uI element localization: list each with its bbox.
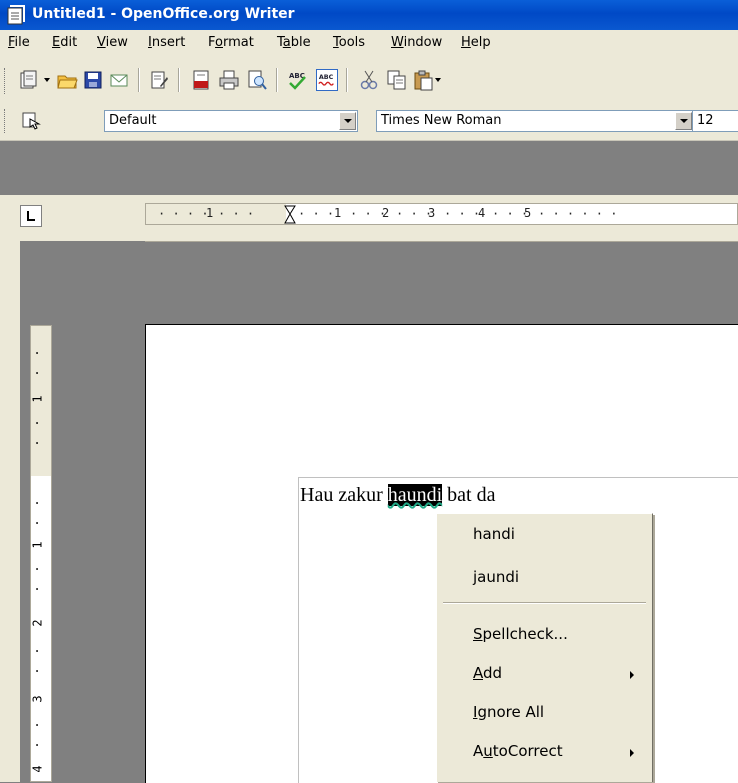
menu-bar: File Edit View Insert Format Table Tools… bbox=[0, 30, 738, 58]
ruler-dots: · bbox=[30, 499, 45, 507]
spellcheck-icon[interactable]: ABC bbox=[286, 69, 308, 91]
ruler-label: 1 bbox=[206, 206, 214, 220]
ruler-dots: · · · bbox=[350, 207, 387, 221]
print-icon[interactable] bbox=[218, 69, 240, 91]
toolbar-grip[interactable] bbox=[4, 68, 8, 94]
misspelled-word[interactable]: haundi bbox=[387, 484, 443, 506]
menu-insert[interactable]: Insert bbox=[148, 35, 185, 50]
ruler-dots: · · · · bbox=[158, 207, 209, 221]
suggestion-item[interactable]: jaundi bbox=[473, 568, 519, 586]
toolbar-separator bbox=[276, 68, 278, 92]
ruler-label: 2 bbox=[30, 619, 45, 627]
text-before: Hau zakur bbox=[300, 484, 388, 506]
font-name-select[interactable]: Times New Roman bbox=[376, 110, 694, 132]
edit-file-icon[interactable] bbox=[148, 69, 170, 91]
paste-icon[interactable] bbox=[412, 69, 434, 91]
cut-icon[interactable] bbox=[358, 69, 380, 91]
ruler-label: 4 bbox=[478, 206, 486, 220]
submenu-arrow-icon bbox=[630, 671, 634, 679]
font-size-select[interactable]: 12 bbox=[692, 110, 738, 132]
menu-file[interactable]: File bbox=[8, 35, 30, 50]
menu-item-spellcheck[interactable]: Spellcheck... bbox=[473, 625, 568, 643]
save-icon[interactable] bbox=[82, 69, 104, 91]
export-pdf-icon[interactable] bbox=[190, 69, 212, 91]
indent-marker-icon[interactable] bbox=[284, 205, 296, 225]
toolbar-separator bbox=[346, 68, 348, 92]
paragraph-style-value: Default bbox=[109, 113, 157, 128]
paste-dropdown-arrow-icon[interactable] bbox=[435, 78, 441, 82]
ruler-dots: · · · · · · bbox=[538, 207, 618, 221]
spelling-context-menu: handi jaundi Spellcheck... Add Ignore Al… bbox=[436, 513, 653, 782]
openoffice-app-icon[interactable] bbox=[6, 4, 28, 26]
open-folder-icon[interactable] bbox=[56, 69, 78, 91]
ruler-dots: · bbox=[30, 585, 45, 593]
ruler-label: 1 bbox=[30, 395, 45, 403]
standard-toolbar: ABC ABC bbox=[0, 58, 738, 102]
ruler-dots: · bbox=[30, 349, 45, 357]
page-preview-icon[interactable] bbox=[246, 69, 268, 91]
menu-table[interactable]: Table bbox=[277, 35, 311, 50]
menu-window[interactable]: Window bbox=[391, 35, 442, 50]
ruler-dots: · bbox=[30, 519, 45, 527]
title-bar: Untitled1 - OpenOffice.org Writer bbox=[0, 0, 738, 30]
toolbar-separator bbox=[178, 68, 180, 92]
chevron-down-icon[interactable] bbox=[339, 112, 356, 130]
paragraph-style-select[interactable]: Default bbox=[104, 110, 358, 132]
ruler-dots: · bbox=[30, 741, 45, 749]
ruler-label: 4 bbox=[30, 765, 45, 773]
font-size-value: 12 bbox=[697, 113, 714, 128]
new-document-icon[interactable] bbox=[18, 69, 40, 91]
font-name-value: Times New Roman bbox=[381, 113, 502, 128]
ruler-dots: · · · bbox=[218, 207, 255, 221]
window-title: Untitled1 - OpenOffice.org Writer bbox=[32, 6, 295, 22]
ruler-dots: · bbox=[30, 369, 45, 377]
menu-separator bbox=[443, 602, 646, 604]
ruler-dots: · · · bbox=[492, 207, 529, 221]
left-frame bbox=[0, 241, 20, 782]
ruler-label: 1 bbox=[334, 206, 342, 220]
ruler-dots: · bbox=[30, 667, 45, 675]
ruler-dots: · bbox=[30, 419, 45, 427]
suggestion-item[interactable]: handi bbox=[473, 525, 515, 543]
ruler-label: 1 bbox=[30, 541, 45, 549]
ruler-label: 2 bbox=[382, 206, 390, 220]
ruler-dots: · bbox=[30, 439, 45, 447]
tab-stop-type-button[interactable] bbox=[20, 205, 42, 227]
ruler-label: 3 bbox=[30, 695, 45, 703]
ruler-dots: · bbox=[30, 565, 45, 573]
copy-icon[interactable] bbox=[386, 69, 408, 91]
text-after: bat da bbox=[442, 484, 496, 506]
email-icon[interactable] bbox=[108, 69, 130, 91]
vertical-ruler[interactable]: · · 1 · · · · 1 · · 2 · · 3 · · 4 bbox=[30, 325, 52, 782]
menu-item-autocorrect[interactable]: AutoCorrect bbox=[473, 742, 563, 760]
menu-format[interactable]: Format bbox=[208, 35, 254, 50]
menu-view[interactable]: View bbox=[97, 35, 128, 50]
svg-text:ABC: ABC bbox=[319, 74, 334, 81]
ruler-dots: · · · bbox=[444, 207, 481, 221]
toolbar-separator bbox=[138, 68, 140, 92]
menu-edit[interactable]: Edit bbox=[52, 35, 77, 50]
autospellcheck-icon[interactable]: ABC bbox=[316, 69, 338, 91]
horizontal-ruler[interactable]: · · · · 1 · · · · · · 1 · · · 2 · · · 3 … bbox=[145, 203, 738, 225]
new-dropdown-arrow-icon[interactable] bbox=[44, 78, 50, 82]
submenu-arrow-icon bbox=[630, 749, 634, 757]
menu-help[interactable]: Help bbox=[461, 35, 491, 50]
ruler-dots: · bbox=[30, 647, 45, 655]
ruler-label: 5 bbox=[524, 206, 532, 220]
menu-tools[interactable]: Tools bbox=[333, 35, 365, 50]
ruler-dots: · · · bbox=[298, 207, 335, 221]
formatting-toolbar: Default Times New Roman 12 bbox=[0, 102, 738, 141]
menu-item-add[interactable]: Add bbox=[473, 664, 502, 682]
ruler-dots: · · · bbox=[396, 207, 433, 221]
document-text[interactable]: Hau zakur haundi bat da bbox=[300, 484, 495, 507]
ruler-label: 3 bbox=[428, 206, 436, 220]
styles-formatting-icon[interactable] bbox=[20, 110, 42, 132]
chevron-down-icon[interactable] bbox=[675, 112, 692, 130]
menu-item-ignore-all[interactable]: Ignore All bbox=[473, 703, 544, 721]
toolbar-grip[interactable] bbox=[4, 109, 8, 133]
ruler-dots: · bbox=[30, 721, 45, 729]
